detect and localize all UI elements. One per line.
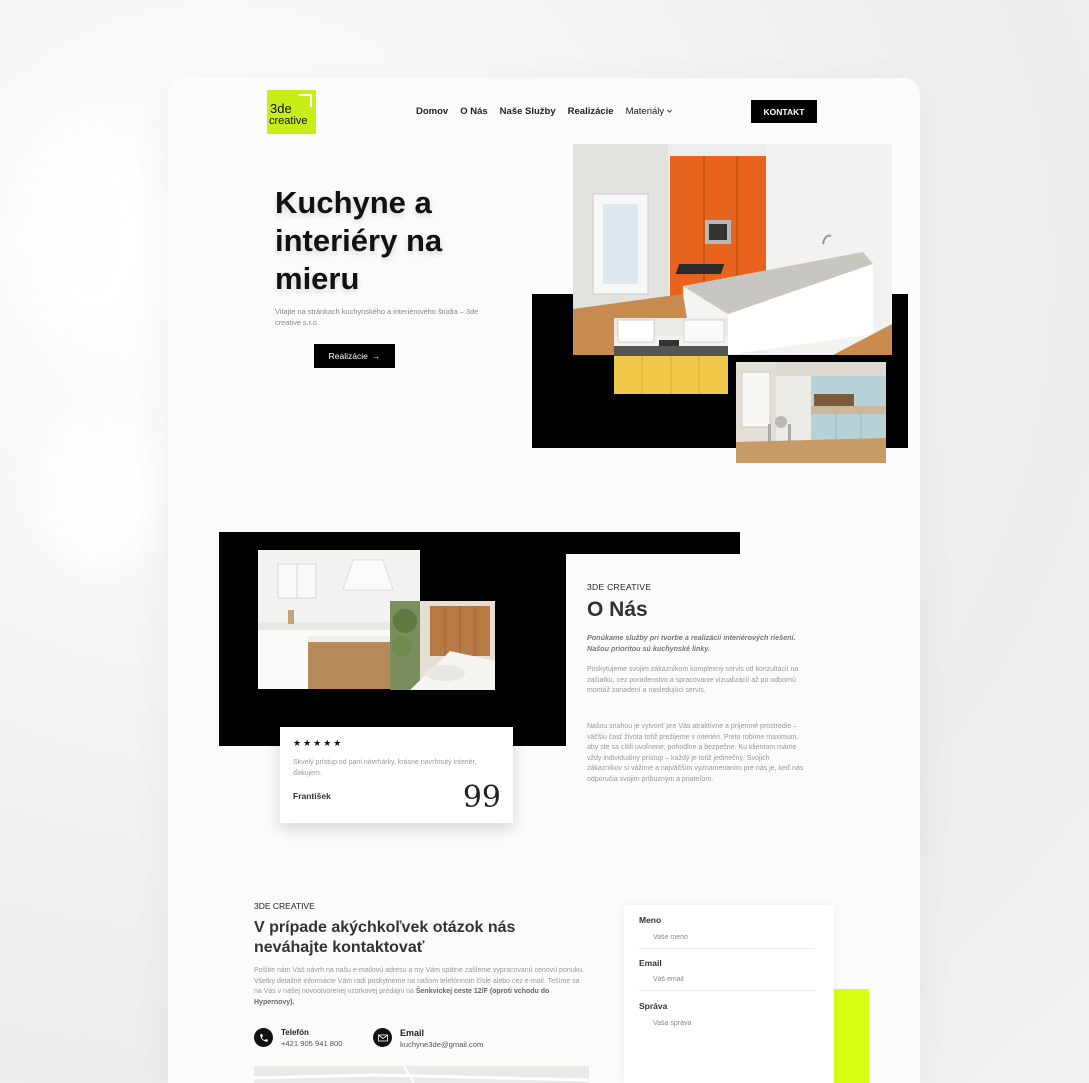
- background-blob: [20, 120, 160, 340]
- quote-icon: 99: [462, 780, 501, 815]
- email-field-label: Email: [639, 958, 662, 968]
- about-tag: 3DE CREATIVE: [587, 582, 652, 592]
- rating-stars: ★★★★★: [293, 739, 344, 749]
- message-label: Správa: [639, 1001, 668, 1011]
- name-label: Meno: [639, 915, 662, 925]
- logo-text-bottom: creative: [269, 115, 308, 127]
- contact-form: Meno Email Správa: [624, 905, 834, 1083]
- realizacie-button[interactable]: Realizácie →: [314, 344, 395, 368]
- logo[interactable]: 3de creative: [267, 90, 316, 134]
- contact-text: Pošlite nám Váš návrh na našu e-mailovú …: [254, 966, 589, 1008]
- contact-phone[interactable]: Telefón +421 905 941 800: [254, 1028, 342, 1048]
- logo-mark: [299, 94, 312, 107]
- main-nav: Domov O Nás Naše Služby Realizácie Mater…: [416, 106, 673, 117]
- testimonial-author: František: [293, 791, 331, 801]
- hero-subtitle: Vitajte na stránkach kuchynského a inter…: [275, 307, 479, 327]
- testimonial-card: ★★★★★ Skvelý prístup od pani návrhárky, …: [280, 727, 513, 823]
- location-map[interactable]: [254, 1066, 589, 1083]
- nav-item-domov[interactable]: Domov: [416, 106, 448, 117]
- nav-item-nase-sluzby[interactable]: Naše Služby: [500, 106, 556, 117]
- chevron-down-icon: [667, 109, 673, 113]
- phone-value: +421 905 941 800: [281, 1039, 343, 1048]
- nav-item-materialy[interactable]: Materiály: [626, 106, 674, 117]
- logo-text-top: 3de: [270, 101, 292, 116]
- nav-item-materialy-label: Materiály: [625, 106, 665, 117]
- contact-email[interactable]: Email kuchyne3de@gmail.com: [373, 1028, 483, 1049]
- name-input[interactable]: [639, 927, 815, 949]
- nav-item-o-nas[interactable]: O Nás: [460, 106, 487, 117]
- phone-label: Telefón: [281, 1028, 309, 1037]
- nav-item-realizacie[interactable]: Realizácie: [568, 106, 614, 117]
- about-title: O Nás: [587, 598, 648, 621]
- hero-title: Kuchyne a interiéry na mieru: [275, 185, 443, 296]
- website-page: 3de creative Domov O Nás Naše Služby Rea…: [168, 78, 920, 1083]
- hero-kitchen-photo-small-2: [736, 362, 886, 463]
- email-value: kuchyne3de@gmail.com: [400, 1040, 484, 1049]
- arrow-right-icon: →: [371, 351, 381, 361]
- about-kitchen-photo-small: [390, 601, 495, 690]
- accent-block: [834, 989, 869, 1083]
- about-paragraph-1: Poskytujeme svojim zákazníkom komplexný …: [587, 666, 799, 695]
- about-lead: Ponúkame služby pri tvorbe a realizácii …: [587, 633, 796, 653]
- message-input[interactable]: [639, 1012, 815, 1034]
- testimonial-text: Skvelý prístup od pani návrhárky, krásne…: [293, 759, 477, 777]
- contact-title: V prípade akýchkoľvek otázok nás neváhaj…: [254, 919, 516, 956]
- realizacie-button-label: Realizácie: [328, 351, 368, 361]
- email-label: Email: [400, 1028, 425, 1038]
- background-blob: [40, 420, 160, 570]
- about-paragraph-2: Našou snahou je vytvoriť pre Vás atraktí…: [587, 723, 804, 783]
- contact-tag: 3DE CREATIVE: [254, 901, 315, 911]
- mail-icon: [373, 1028, 392, 1047]
- kontakt-button[interactable]: KONTAKT: [751, 100, 817, 123]
- phone-icon: [254, 1028, 273, 1047]
- email-input[interactable]: [639, 969, 815, 991]
- hero-kitchen-photo-small-1: [614, 318, 728, 394]
